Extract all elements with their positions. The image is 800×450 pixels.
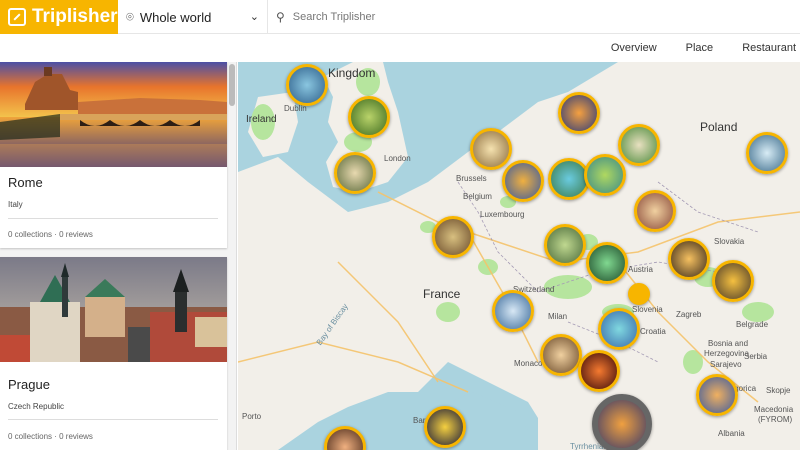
map-marker-dubrovnik[interactable] bbox=[696, 374, 738, 416]
map-marker-stuttgart[interactable] bbox=[544, 224, 586, 266]
place-card-prague[interactable]: Prague Czech Republic 0 collections · 0 … bbox=[0, 257, 227, 450]
region-selector[interactable]: ⌾ Whole world ⌄ bbox=[118, 0, 268, 34]
map-marker-budapest[interactable] bbox=[712, 260, 754, 302]
tab-overview[interactable]: Overview bbox=[611, 42, 657, 54]
map-marker-croatia[interactable] bbox=[598, 308, 640, 350]
map-marker-prague[interactable] bbox=[634, 190, 676, 232]
list-scrollbar[interactable] bbox=[229, 64, 235, 106]
map-label-poland: Poland bbox=[700, 120, 738, 134]
map-marker-florence[interactable] bbox=[540, 334, 582, 376]
place-name[interactable]: Prague bbox=[8, 377, 50, 392]
map-label-croatia: Croatia bbox=[640, 327, 666, 336]
map-marker-poland[interactable] bbox=[746, 132, 788, 174]
location-pin-icon: ⌾ bbox=[126, 9, 134, 24]
map-label-skopje: Skopje bbox=[766, 386, 791, 395]
map-label-zagreb: Zagreb bbox=[676, 310, 702, 319]
map-marker-dublin[interactable] bbox=[286, 64, 328, 106]
map-label-bosnia: Bosnia and bbox=[708, 339, 749, 348]
brand-logo[interactable]: Triplisher bbox=[0, 0, 118, 34]
map-label-brussels: Brussels bbox=[456, 174, 487, 183]
card-divider bbox=[8, 218, 218, 219]
map-marker-belgium[interactable] bbox=[470, 128, 512, 170]
map-label-monaco: Monaco bbox=[514, 359, 543, 368]
map-label-luxembourg: Luxembourg bbox=[480, 210, 525, 219]
map-marker-france-east[interactable] bbox=[432, 216, 474, 258]
map-marker-switzerland[interactable] bbox=[492, 290, 534, 332]
map-marker-germany-east[interactable] bbox=[618, 124, 660, 166]
map-label-austria: Austria bbox=[628, 265, 653, 274]
map-label-belgium: Belgium bbox=[463, 192, 492, 201]
map-label-macedonia: Macedonia bbox=[754, 405, 794, 414]
map-marker-england[interactable] bbox=[334, 152, 376, 194]
map-label-porto: Porto bbox=[242, 412, 262, 421]
map-label-slovakia: Slovakia bbox=[714, 237, 745, 246]
map-label-london: London bbox=[384, 154, 411, 163]
rome-photo bbox=[0, 62, 227, 167]
map-marker-uk[interactable] bbox=[348, 96, 390, 138]
place-card-rome[interactable]: Rome Italy 0 collections · 0 reviews bbox=[0, 62, 227, 248]
place-country: Czech Republic bbox=[8, 402, 65, 411]
brand-name: Triplisher bbox=[32, 6, 118, 27]
tab-place[interactable]: Place bbox=[686, 42, 714, 54]
prague-photo bbox=[0, 257, 227, 362]
tab-restaurant[interactable]: Restaurant bbox=[742, 42, 796, 54]
map-label-sarajevo: Sarajevo bbox=[710, 360, 742, 369]
map-marker-cluster-slovenia[interactable] bbox=[628, 283, 650, 305]
map-view[interactable]: Kingdom Ireland Poland France Slovakia A… bbox=[238, 62, 800, 450]
category-tabs: Overview Place Restaurant bbox=[0, 34, 800, 62]
card-divider bbox=[8, 419, 218, 420]
map-marker-dresden[interactable] bbox=[584, 154, 626, 196]
map-marker-rome-selected[interactable] bbox=[592, 394, 652, 450]
map-marker-vienna[interactable] bbox=[668, 238, 710, 280]
top-bar: Triplisher ⌾ Whole world ⌄ ⚲ bbox=[0, 0, 800, 34]
map-marker-munich[interactable] bbox=[586, 242, 628, 284]
region-value: Whole world bbox=[139, 9, 212, 25]
search-icon: ⚲ bbox=[276, 10, 285, 24]
place-country: Italy bbox=[8, 200, 23, 209]
map-label-slovenia: Slovenia bbox=[632, 305, 663, 314]
map-marker-netherlands[interactable] bbox=[502, 160, 544, 202]
map-label-kingdom: Kingdom bbox=[328, 66, 376, 80]
search-bar[interactable]: ⚲ bbox=[270, 0, 800, 34]
search-input[interactable] bbox=[292, 11, 693, 23]
place-list: Rome Italy 0 collections · 0 reviews Pra… bbox=[0, 62, 237, 450]
map-label-serbia: Serbia bbox=[744, 352, 768, 361]
map-label-herzegovina: Herzegovina bbox=[704, 349, 749, 358]
map-label-france: France bbox=[423, 287, 461, 301]
place-stats: 0 collections · 0 reviews bbox=[8, 230, 93, 239]
map-marker-berlin[interactable] bbox=[558, 92, 600, 134]
triplisher-logo-icon bbox=[8, 8, 26, 26]
map-label-ireland: Ireland bbox=[246, 114, 277, 125]
map-label-milan: Milan bbox=[548, 312, 568, 321]
map-marker-barcelona[interactable] bbox=[424, 406, 466, 448]
map-label-albania: Albania bbox=[718, 429, 745, 438]
map-label-fyrom: (FYROM) bbox=[758, 415, 793, 424]
map-marker-siena[interactable] bbox=[578, 350, 620, 392]
place-name[interactable]: Rome bbox=[8, 175, 43, 190]
map-label-belgrade: Belgrade bbox=[736, 320, 769, 329]
chevron-down-icon: ⌄ bbox=[249, 11, 259, 23]
place-stats: 0 collections · 0 reviews bbox=[8, 432, 93, 441]
